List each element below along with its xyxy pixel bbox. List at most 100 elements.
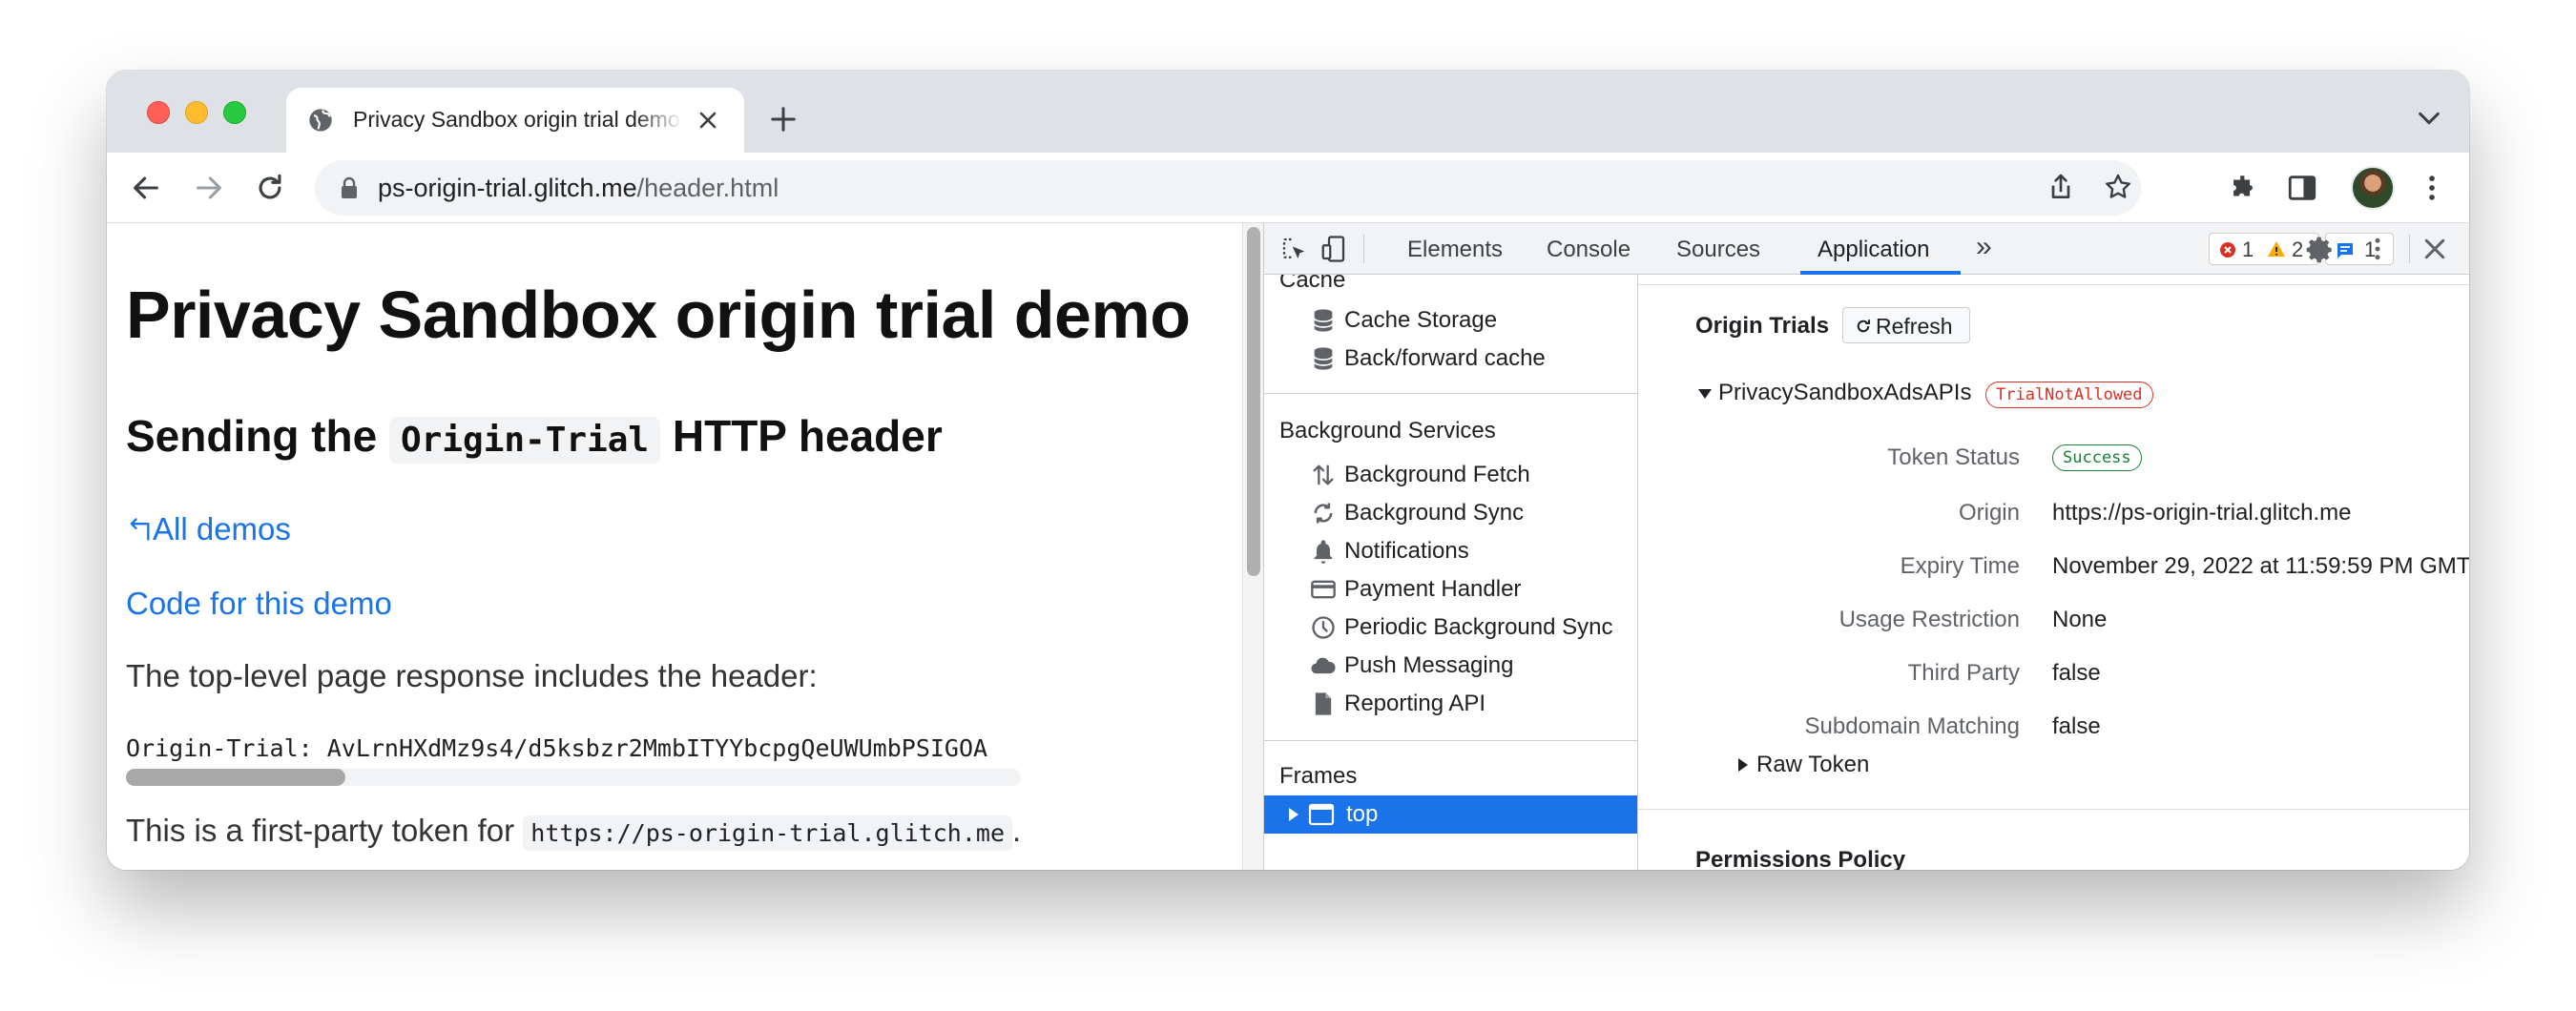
sidebar-heading-background-services: Background Services: [1279, 418, 1496, 444]
close-window-button[interactable]: [147, 101, 170, 124]
horizontal-scrollbar-thumb[interactable]: [126, 769, 345, 786]
chevron-down-icon[interactable]: [2416, 109, 2442, 128]
warning-count: 2: [2292, 237, 2304, 261]
origin-label: Origin: [1958, 500, 2020, 526]
kebab-menu-icon[interactable]: [2416, 172, 2448, 204]
page-subheading: Sending the Origin-Trial HTTP header: [126, 410, 943, 464]
lock-icon[interactable]: [340, 176, 359, 199]
trial-status-badge: TrialNotAllowed: [1985, 382, 2153, 408]
first-party-token-paragraph: This is a first-party token for https://…: [126, 813, 1021, 851]
database-icon: [1313, 347, 1334, 370]
tab-application[interactable]: Application: [1818, 237, 1929, 263]
sidebar-item-payment-handler[interactable]: Payment Handler: [1344, 576, 1521, 603]
url-text: ps-origin-trial.glitch.me/header.html: [378, 174, 779, 202]
page-title: Privacy Sandbox origin trial demo: [126, 278, 1191, 352]
devtools-kebab-menu-icon[interactable]: [2363, 235, 2392, 263]
extensions-puzzle-icon[interactable]: [2227, 172, 2259, 204]
zoom-window-button[interactable]: [223, 101, 246, 124]
inspect-element-icon[interactable]: [1279, 235, 1308, 263]
globe-icon: [309, 109, 332, 132]
trial-name: PrivacySandboxAdsAPIs: [1718, 380, 1972, 405]
expiry-time-label: Expiry Time: [1900, 553, 2020, 579]
side-panel-icon[interactable]: [2286, 172, 2318, 204]
device-toolbar-icon[interactable]: [1319, 235, 1348, 263]
browser-window: Privacy Sandbox origin trial demo ps-ori…: [107, 71, 2469, 870]
token-origin-code: https://ps-origin-trial.glitch.me: [523, 815, 1012, 851]
section-divider: [1638, 284, 2469, 285]
profile-avatar[interactable]: [2351, 166, 2395, 210]
browser-toolbar: ps-origin-trial.glitch.me/header.html: [107, 153, 2469, 223]
sidebar-heading-cache: Cache: [1279, 275, 1346, 293]
credit-card-icon: [1311, 580, 1336, 599]
tab-console[interactable]: Console: [1547, 237, 1631, 263]
expand-triangle-icon[interactable]: [1737, 757, 1749, 773]
back-arrow-icon[interactable]: [130, 172, 162, 204]
document-icon: [1315, 692, 1332, 715]
close-devtools-icon[interactable]: [2420, 235, 2449, 263]
token-status-label: Token Status: [1887, 444, 2020, 470]
sidebar-item-background-fetch[interactable]: Background Fetch: [1344, 462, 1530, 488]
origin-value: https://ps-origin-trial.glitch.me: [2052, 500, 2352, 526]
more-tabs-button[interactable]: »: [1976, 231, 1992, 263]
message-icon: [2337, 243, 2353, 258]
address-bar[interactable]: ps-origin-trial.glitch.me/header.html: [315, 160, 2141, 216]
code-for-demo-link[interactable]: Code for this demo: [126, 586, 392, 622]
error-count: 1: [2242, 237, 2254, 261]
new-tab-icon[interactable]: [769, 105, 798, 134]
permissions-policy-title: Permissions Policy: [1695, 847, 1906, 870]
tab-sources[interactable]: Sources: [1676, 237, 1760, 263]
return-arrow-icon: [130, 518, 150, 541]
sidebar-item-push-messaging[interactable]: Push Messaging: [1344, 652, 1513, 679]
sidebar-item-reporting-api[interactable]: Reporting API: [1344, 691, 1485, 717]
refresh-button[interactable]: Refresh: [1842, 307, 1970, 343]
sidebar-item-periodic-background-sync[interactable]: Periodic Background Sync: [1344, 614, 1612, 641]
sidebar-item-back-forward-cache[interactable]: Back/forward cache: [1344, 345, 1546, 372]
response-paragraph: The top-level page response includes the…: [126, 658, 818, 693]
sidebar-item-notifications[interactable]: Notifications: [1344, 538, 1469, 565]
sync-icon: [1314, 503, 1333, 524]
sidebar-item-frame-top[interactable]: top: [1264, 795, 1637, 834]
frame-window-icon: [1308, 803, 1335, 826]
horizontal-scrollbar[interactable]: [126, 769, 1021, 786]
frame-top-label: top: [1346, 801, 1379, 827]
collapse-triangle-icon[interactable]: [1697, 388, 1713, 400]
raw-token-label: Raw Token: [1756, 752, 1870, 777]
application-sidebar: Cache Cache Storage Back/forward cache B…: [1264, 275, 1638, 870]
section-divider: [1638, 809, 2469, 810]
vertical-scrollbar-thumb[interactable]: [1247, 227, 1260, 576]
clock-icon: [1312, 616, 1335, 639]
forward-arrow-icon[interactable]: [193, 172, 225, 204]
page-content: Privacy Sandbox origin trial demo Sendin…: [107, 223, 1242, 870]
expiry-time-value: November 29, 2022 at 11:59:59 PM GMT: [2052, 553, 2469, 579]
error-icon: [2220, 242, 2235, 258]
refresh-icon: [1857, 320, 1871, 333]
issues-counter[interactable]: 1 2: [2209, 233, 2319, 265]
database-icon: [1313, 309, 1334, 332]
usage-restriction-label: Usage Restriction: [1839, 607, 2020, 632]
sidebar-item-cache-storage[interactable]: Cache Storage: [1344, 307, 1497, 334]
tab-title: Privacy Sandbox origin trial demo: [353, 107, 680, 132]
browser-tab[interactable]: Privacy Sandbox origin trial demo: [286, 88, 744, 153]
settings-gear-icon[interactable]: [2304, 235, 2335, 265]
close-tab-icon[interactable]: [695, 107, 721, 134]
tab-elements[interactable]: Elements: [1407, 237, 1503, 263]
toolbar-separator: [1363, 235, 1364, 263]
expand-triangle-icon[interactable]: [1287, 807, 1300, 822]
third-party-label: Third Party: [1907, 660, 2020, 686]
sidebar-item-background-sync[interactable]: Background Sync: [1344, 500, 1524, 526]
bookmark-star-icon[interactable]: [2103, 172, 2133, 202]
vertical-scrollbar[interactable]: [1242, 223, 1263, 870]
token-status-value: Success: [2052, 443, 2142, 471]
subheading-code: Origin-Trial: [389, 417, 661, 464]
reload-icon[interactable]: [254, 172, 286, 204]
token-status-badge: Success: [2052, 444, 2142, 471]
devtools-panel: Elements Console Sources Application » 1…: [1263, 223, 2469, 870]
subdomain-matching-label: Subdomain Matching: [1804, 713, 2020, 739]
all-demos-link[interactable]: All demos: [126, 511, 291, 547]
share-icon[interactable]: [2046, 172, 2076, 202]
subdomain-matching-value: false: [2052, 713, 2101, 739]
toolbar-separator: [2409, 235, 2410, 263]
cloud-icon: [1311, 657, 1336, 674]
origin-trial-header-line: Origin-Trial: AvLrnHXdMz9s4/d5ksbzr2MmbI…: [126, 734, 988, 762]
minimize-window-button[interactable]: [185, 101, 208, 124]
